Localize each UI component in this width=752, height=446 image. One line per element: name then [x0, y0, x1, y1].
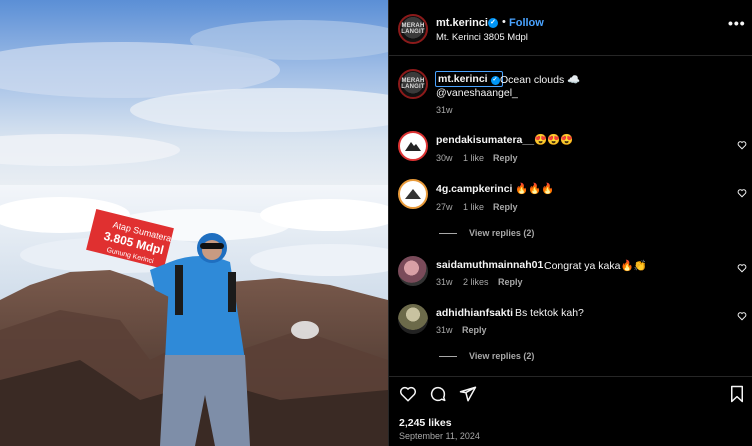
- comment-reply-1[interactable]: Reply: [493, 153, 518, 163]
- location-link[interactable]: Mt. Kerinci 3805 Mdpl: [436, 32, 528, 43]
- comment-avatar-1[interactable]: [398, 131, 428, 161]
- comment-text-3: Congrat ya kaka🔥👏: [544, 260, 647, 272]
- comment-text-2: 🔥🔥🔥: [515, 183, 555, 195]
- comment-likes-2[interactable]: 1 like: [463, 202, 484, 212]
- comment-like-heart-icon[interactable]: [737, 263, 747, 273]
- comment-avatar-4[interactable]: [398, 304, 428, 334]
- comment-time-2[interactable]: 27w: [436, 202, 453, 212]
- follow-button[interactable]: Follow: [509, 17, 544, 29]
- verified-icon: ✓: [488, 18, 498, 28]
- comment-time-1[interactable]: 30w: [436, 153, 453, 163]
- account-avatar[interactable]: MERAH LANGIT: [398, 14, 428, 44]
- caption-avatar-logo: MERAH LANGIT: [401, 78, 425, 90]
- heart-icon[interactable]: [399, 385, 417, 403]
- comment-text-4: Bs tektok kah?: [515, 307, 584, 319]
- comment-time-4[interactable]: 31w: [436, 325, 453, 335]
- comment-like-heart-icon[interactable]: [737, 140, 747, 150]
- comment-username-1[interactable]: pendakisumatera__: [436, 134, 534, 146]
- view-replies-button-2[interactable]: View replies (2): [469, 351, 534, 361]
- comment-like-heart-icon[interactable]: [737, 311, 747, 321]
- comment-like-heart-icon[interactable]: [737, 188, 747, 198]
- avatar-logo-text: MERAH LANGIT: [401, 23, 425, 35]
- comment-reply-3[interactable]: Reply: [498, 277, 523, 287]
- comment-avatar-3[interactable]: [398, 256, 428, 286]
- separator-dot: •: [502, 16, 506, 28]
- header-username[interactable]: mt.kerinci: [436, 17, 488, 29]
- caption-username[interactable]: mt.kerinci ✓: [435, 71, 503, 87]
- mountain-logo-icon: [405, 142, 421, 151]
- comment-reply-2[interactable]: Reply: [493, 202, 518, 212]
- more-options-icon[interactable]: •••: [728, 16, 746, 30]
- view-replies-line: [439, 356, 457, 357]
- comment-likes-3[interactable]: 2 likes: [463, 277, 489, 287]
- post-photo[interactable]: Atap Sumatera 3.805 Mdpl Gunung Kerinci: [0, 0, 388, 446]
- caption-time[interactable]: 31w: [436, 105, 453, 115]
- comment-username-4[interactable]: adhidhianfsakti: [436, 307, 513, 319]
- share-icon[interactable]: [459, 385, 477, 403]
- view-replies-line: [439, 233, 457, 234]
- comment-username-3[interactable]: saidamuthmainnah01: [436, 259, 543, 271]
- mountain-summit-image: Atap Sumatera 3.805 Mdpl Gunung Kerinci: [0, 0, 388, 446]
- bookmark-icon[interactable]: [729, 385, 745, 403]
- caption-text: Ocean clouds ☁️: [500, 74, 581, 86]
- caption-avatar[interactable]: MERAH LANGIT: [398, 69, 428, 99]
- actions-divider: [389, 376, 752, 377]
- caption-verified-icon: ✓: [490, 76, 500, 85]
- caption-mention[interactable]: @vaneshaangel_: [436, 87, 518, 99]
- likes-count[interactable]: 2,245 likes: [399, 417, 452, 429]
- comment-text-1: 😍😍😍: [534, 134, 574, 146]
- post-date[interactable]: September 11, 2024: [399, 431, 480, 441]
- comment-username-2[interactable]: 4g.campkerinci: [436, 183, 512, 195]
- comment-reply-4[interactable]: Reply: [462, 325, 487, 335]
- post-detail-panel: [388, 0, 752, 446]
- comment-time-3[interactable]: 31w: [436, 277, 453, 287]
- caption-username-text: mt.kerinci: [438, 73, 488, 85]
- view-replies-button-1[interactable]: View replies (2): [469, 228, 534, 238]
- comment-avatar-2[interactable]: [398, 179, 428, 209]
- comment-likes-1[interactable]: 1 like: [463, 153, 484, 163]
- comment-icon[interactable]: [429, 385, 447, 403]
- camp-logo-icon: [405, 189, 421, 199]
- header-divider: [389, 55, 752, 56]
